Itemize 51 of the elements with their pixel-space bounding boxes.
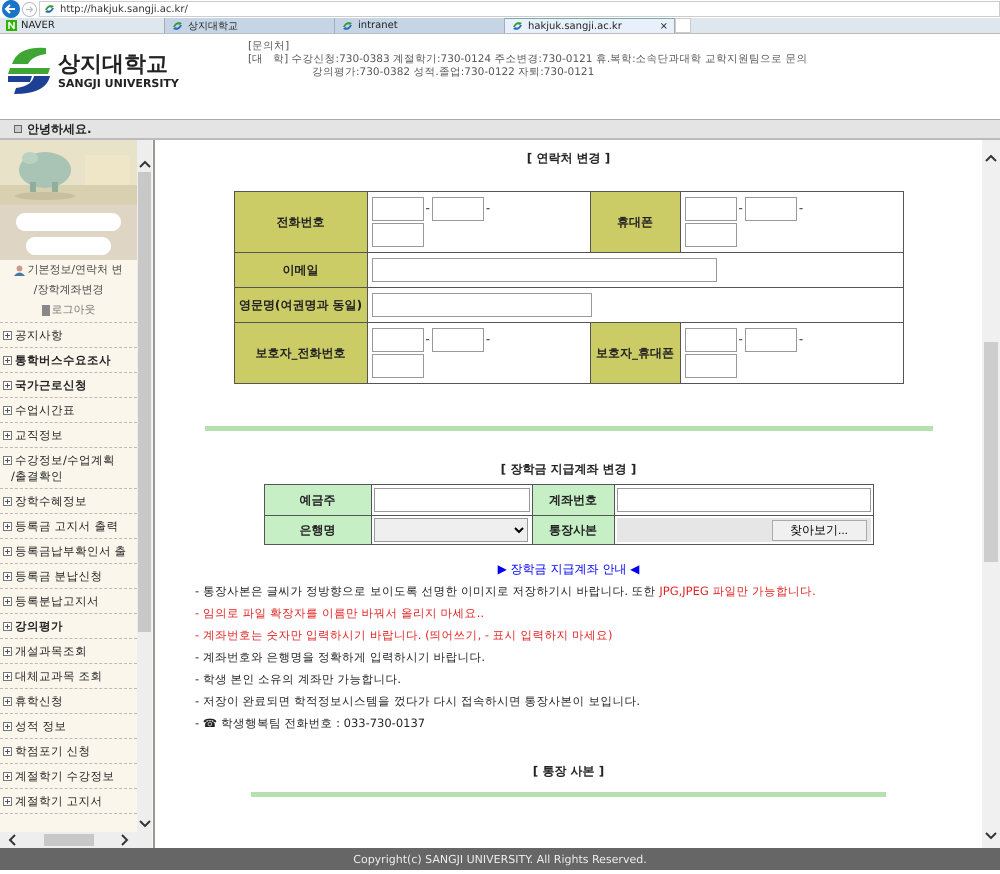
account-link[interactable]: /장학계좌변경 [34, 280, 104, 300]
copyright-footer: Copyright(c) SANGJI UNIVERSITY. All Rights Reserved. [0, 848, 1000, 870]
close-icon[interactable]: × [660, 20, 668, 32]
address-bar[interactable]: http://hakjuk.sangji.ac.kr/ [39, 1, 1000, 17]
notice-text: - ☎ 학생행복팀 전화번호 : 033-730-0137 [195, 716, 426, 731]
notice-text: - 저장이 완료되면 학적정보시스템을 껐다가 다시 접속하시면 통장사본이 보입니다. [195, 694, 642, 709]
browser-tab[interactable]: 상지대학교 [165, 18, 335, 33]
dash: - [738, 332, 743, 346]
dash: - [486, 332, 490, 346]
browser-tab[interactable]: hakjuk.sangji.ac.kr × [505, 18, 675, 33]
profile-link[interactable]: 기본정보/연락처 변 [27, 260, 123, 280]
dash: - [486, 201, 490, 216]
tab-label: hakjuk.sangji.ac.kr [528, 20, 623, 32]
contact-info: [문의처] [248, 40, 290, 53]
section-title: [ 연락처 변경 ] [526, 150, 610, 167]
logo-name: 상지대학교 [58, 52, 169, 76]
notice-text: - 계좌번호는 숫자만 입력하시기 바랍니다. (띄어쓰기, - 표시 입력하지 마세요) [195, 628, 614, 643]
section-title: [ 통장 사본 ] [532, 763, 604, 780]
field-label: 예금주 [264, 484, 371, 516]
guide-link[interactable]: ▶ 장학금 지급계좌 안내 ◀ [498, 561, 640, 578]
browse-button[interactable]: 찾아보기... [772, 520, 866, 540]
notice-text: - 통장사본은 글씨가 정방향으로 보이도록 선명한 이미지로 저장하기시 바랍니다. 또한 JPG,JPEG 파일만 가능합니다. [195, 584, 816, 599]
field-label: 은행명 [264, 516, 371, 544]
greeting-text: 안녕하세요. [27, 120, 92, 138]
field-label: 이메일 [234, 252, 367, 288]
file-input[interactable]: 찾아보기... [616, 518, 870, 542]
browser-tab[interactable]: intranet [335, 18, 505, 33]
section-title: [ 장학금 지급계좌 변경 ] [500, 461, 636, 478]
field-label: 영문명(여권명과 동일) [234, 288, 367, 322]
logo-subtitle: SANGJI UNIVERSITY [58, 76, 179, 90]
notice-text: - 임의로 파일 확장자를 이름만 바꿔서 올리지 마세요.. [195, 606, 486, 621]
logout-link[interactable]: 로그아웃 [42, 300, 96, 320]
tab-label: NAVER [21, 20, 56, 31]
contact-info: [대 학] 수강신청:730-0383 계절학기:730-0124 주소변경:730-0121 휴.복학:소속단과대학 교학지원팀으로 문의 [248, 53, 808, 66]
dash: - [738, 201, 743, 216]
dash: - [426, 332, 430, 346]
notice-text: - 학생 본인 소유의 계좌만 가능합니다. [195, 672, 402, 687]
dash: - [798, 201, 804, 216]
field-label: 보호자_휴대폰 [590, 322, 680, 384]
field-label: 통장사본 [532, 516, 614, 544]
dash: - [798, 332, 804, 346]
tab-label: 상지대학교 [188, 20, 239, 32]
field-label: 계좌번호 [532, 484, 614, 516]
dash: - [426, 201, 430, 216]
tab-label: intranet [358, 20, 399, 31]
field-label: 전화번호 [234, 192, 367, 252]
field-label: 보호자_전화번호 [234, 322, 367, 384]
contact-info: 강의평가:730-0382 성적.졸업:730-0122 자퇴:730-0121 [311, 66, 596, 79]
field-label: 휴대폰 [590, 192, 680, 252]
url-text: http://hakjuk.sangji.ac.kr/ [60, 4, 188, 14]
notice-text: - 계좌번호와 은행명을 정확하게 입력하시기 바랍니다. [195, 650, 486, 665]
